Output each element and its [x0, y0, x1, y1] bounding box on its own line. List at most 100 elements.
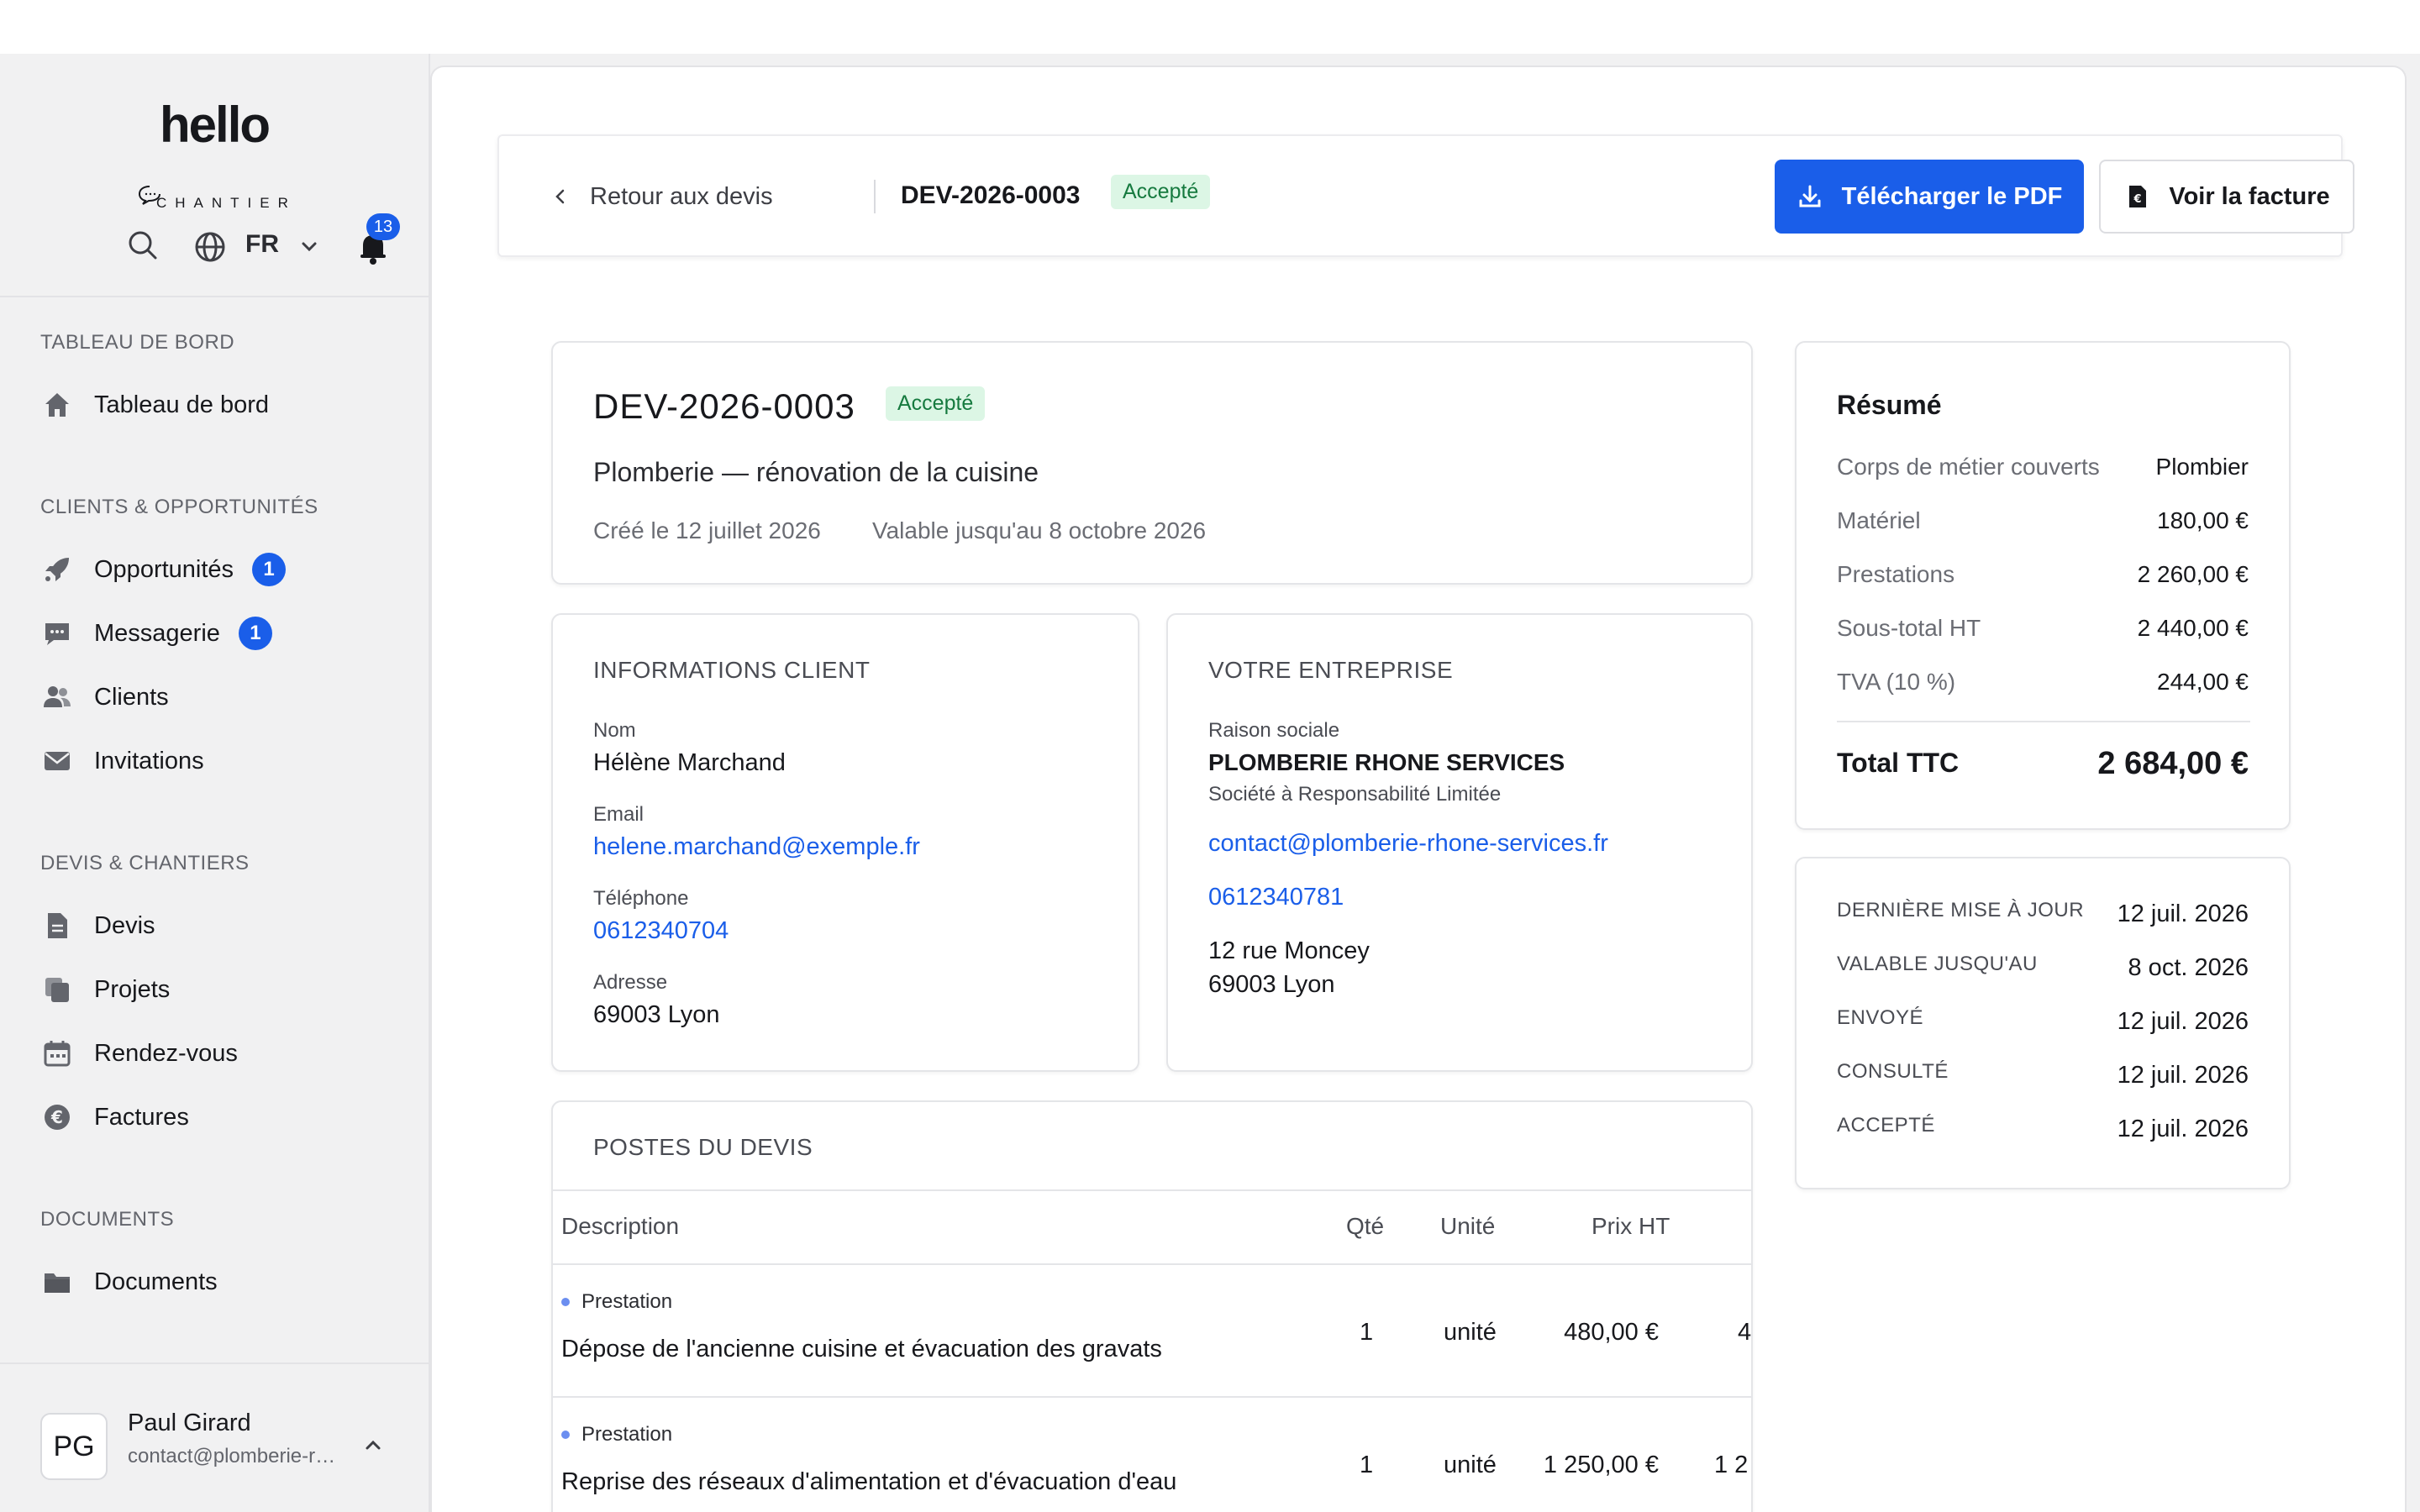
items-table: Description Qté Unité Prix HT Prestation…	[553, 1189, 1752, 1512]
sidebar-item-devis[interactable]: Devis	[40, 906, 410, 946]
chevron-down-icon[interactable]	[297, 235, 321, 259]
sidebar-item-label: Devis	[94, 911, 155, 939]
company-legal-form: Société à Responsabilité Limitée	[1208, 783, 1502, 806]
company-phone-link[interactable]: 0612340781	[1208, 884, 1344, 911]
item-price: 480,00 €	[1564, 1319, 1659, 1346]
sidebar-item-documents[interactable]: Documents	[40, 1262, 410, 1302]
sidebar-item-label: Factures	[94, 1103, 189, 1131]
invoice-icon: €	[2129, 186, 2147, 207]
document-icon	[40, 909, 74, 942]
sidebar-item-factures[interactable]: € Factures	[40, 1097, 410, 1137]
sidebar-item-opportunites[interactable]: Opportunités 1	[40, 549, 410, 590]
search-icon[interactable]	[126, 228, 160, 262]
date-value: 12 juil. 2026	[2117, 1116, 2249, 1142]
client-name: Hélène Marchand	[593, 749, 786, 776]
sidebar-item-label: Clients	[94, 683, 169, 711]
globe-icon[interactable]	[193, 230, 227, 264]
header-quote-reference: DEV-2026-0003	[901, 181, 1081, 209]
table-row[interactable]: Prestation Dépose de l'ancienne cuisine …	[553, 1265, 1752, 1398]
language-selector[interactable]: FR	[245, 230, 279, 259]
column-header-description: Description	[561, 1213, 680, 1239]
summary-title: Résumé	[1837, 390, 1942, 420]
summary-label: Prestations	[1837, 561, 1955, 587]
home-icon	[40, 388, 74, 422]
client-phone-link[interactable]: 0612340704	[593, 917, 729, 945]
date-label: CONSULTÉ	[1837, 1060, 1949, 1083]
status-badge: Accepté	[1111, 175, 1211, 209]
back-label: Retour aux devis	[590, 182, 773, 210]
logo[interactable]: hello CHANTIER	[134, 96, 302, 211]
view-invoice-button[interactable]: € Voir la facture	[2099, 160, 2354, 234]
sidebar-item-label: Messagerie	[94, 619, 220, 647]
user-name: Paul Girard	[128, 1410, 251, 1436]
client-email-link[interactable]: helene.marchand@exemple.fr	[593, 833, 920, 861]
item-qty: 1	[1360, 1452, 1374, 1478]
sidebar-item-projets[interactable]: Projets	[40, 969, 410, 1010]
user-menu[interactable]: PG Paul Girard contact@plomberie-rhone-s…	[0, 1362, 430, 1512]
company-address-line2: 69003 Lyon	[1208, 971, 1335, 998]
main-content: Retour aux devis DEV-2026-0003 Accepté T…	[430, 66, 2407, 1512]
item-type-label: Prestation	[581, 1290, 673, 1313]
summary-divider	[1837, 721, 2250, 722]
card-heading: INFORMATIONS CLIENT	[593, 657, 871, 683]
quote-items-card: POSTES DU DEVIS Description Qté Unité Pr…	[551, 1100, 1753, 1512]
section-title-documents: DOCUMENTS	[40, 1208, 175, 1231]
section-title-dashboard: TABLEAU DE BORD	[40, 331, 235, 354]
company-name-label: Raison sociale	[1208, 719, 1340, 742]
sidebar-item-dashboard[interactable]: Tableau de bord	[40, 385, 410, 425]
sidebar-item-rendez-vous[interactable]: Rendez-vous	[40, 1033, 410, 1074]
quote-created-date: Créé le 12 juillet 2026	[593, 517, 821, 543]
page-header: Retour aux devis DEV-2026-0003 Accepté T…	[497, 134, 2354, 257]
chevron-up-icon[interactable]	[361, 1433, 385, 1457]
summary-value: 2 440,00 €	[2137, 615, 2249, 641]
download-icon	[1799, 185, 1821, 207]
item-price: 1 250,00 €	[1543, 1452, 1659, 1478]
column-header-price: Prix HT	[1591, 1213, 1670, 1239]
svg-text:€: €	[50, 1107, 63, 1127]
item-total: 4	[1738, 1319, 1752, 1346]
date-value: 12 juil. 2026	[2117, 900, 2249, 927]
company-email-link[interactable]: contact@plomberie-rhone-services.fr	[1208, 830, 1608, 858]
quote-valid-until: Valable jusqu'au 8 octobre 2026	[872, 517, 1207, 543]
copy-icon	[40, 973, 74, 1006]
view-invoice-label: Voir la facture	[2169, 182, 2330, 210]
item-description: Dépose de l'ancienne cuisine et évacuati…	[561, 1336, 1162, 1362]
sidebar-item-clients[interactable]: Clients	[40, 677, 410, 717]
svg-text:€: €	[2133, 193, 2142, 206]
sidebar-divider	[0, 296, 430, 297]
date-label: DERNIÈRE MISE À JOUR	[1837, 899, 2085, 921]
notification-count-badge: 13	[366, 213, 400, 240]
company-address-line1: 12 rue Moncey	[1208, 937, 1370, 964]
download-pdf-button[interactable]: Télécharger le PDF	[1775, 160, 2084, 234]
date-label: ENVOYÉ	[1837, 1006, 1924, 1029]
sidebar-item-label: Invitations	[94, 747, 204, 774]
sidebar-item-label: Opportunités	[94, 555, 234, 583]
sidebar-item-invitations[interactable]: Invitations	[40, 741, 410, 781]
client-address: 69003 Lyon	[593, 1001, 720, 1028]
sidebar-item-messagerie[interactable]: Messagerie 1	[40, 613, 410, 654]
column-header-qty: Qté	[1346, 1213, 1385, 1239]
item-qty: 1	[1360, 1319, 1374, 1346]
card-heading: VOTRE ENTREPRISE	[1208, 657, 1454, 683]
avatar: PG	[40, 1413, 108, 1480]
item-type: Prestation	[561, 1290, 672, 1314]
client-info-card: INFORMATIONS CLIENT Nom Hélène Marchand …	[551, 613, 1139, 1072]
sidebar-tools: FR 13	[0, 213, 430, 289]
euro-icon: €	[40, 1100, 74, 1134]
item-type-label: Prestation	[581, 1423, 673, 1446]
sidebar: hello CHANTIER FR 13 TABLEAU DE BORD Tab…	[0, 54, 430, 1512]
chevron-left-icon	[555, 189, 565, 204]
card-heading: POSTES DU DEVIS	[593, 1134, 813, 1160]
download-pdf-label: Télécharger le PDF	[1841, 182, 2063, 210]
folder-icon	[40, 1265, 74, 1299]
date-value: 8 oct. 2026	[2128, 954, 2249, 981]
rocket-icon	[40, 553, 74, 586]
user-email: contact@plomberie-rhone-services.fr	[128, 1445, 346, 1467]
quote-overview-card: DEV-2026-0003 Accepté Plomberie — rénova…	[551, 341, 1753, 585]
back-to-quotes-link[interactable]: Retour aux devis	[550, 178, 773, 215]
table-row[interactable]: Prestation Reprise des réseaux d'aliment…	[553, 1398, 1751, 1512]
calendar-icon	[40, 1037, 74, 1070]
sidebar-item-label: Documents	[94, 1268, 218, 1295]
summary-value: Plombier	[2155, 454, 2249, 480]
total-value: 2 684,00 €	[2097, 746, 2249, 781]
